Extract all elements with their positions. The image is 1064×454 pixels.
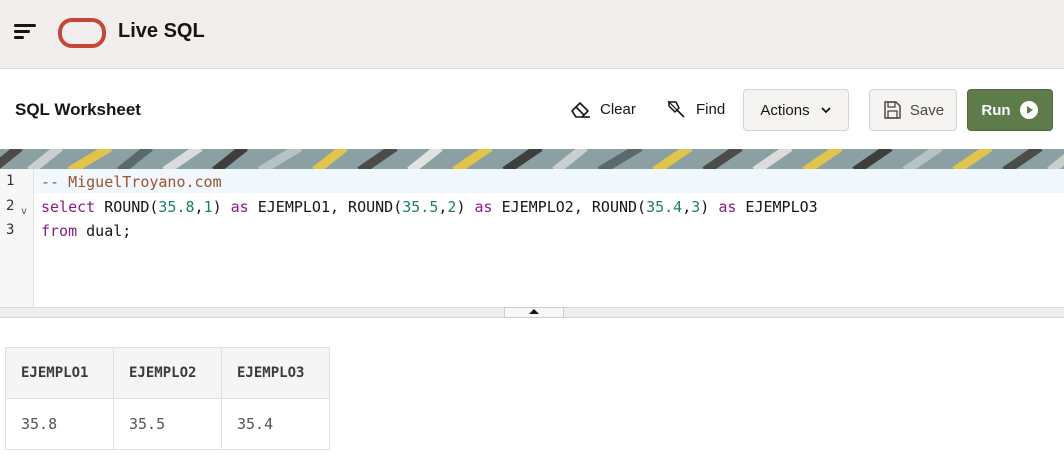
- table-header-row: EJEMPLO1 EJEMPLO2 EJEMPLO3: [5, 347, 330, 399]
- code-token-kw: as: [474, 198, 493, 216]
- run-button[interactable]: Run: [967, 89, 1053, 131]
- pane-splitter[interactable]: [0, 307, 1064, 318]
- actions-menu-button[interactable]: Actions: [743, 89, 849, 131]
- worksheet-toolbar: SQL Worksheet Clear Find Actions Save Ru…: [0, 69, 1064, 149]
- clear-button[interactable]: Clear: [570, 89, 636, 129]
- code-token: dual;: [77, 222, 132, 240]
- code-token: ): [700, 198, 719, 216]
- table-cell[interactable]: 35.8: [5, 398, 114, 450]
- code-token-kw: as: [230, 198, 249, 216]
- app-title: Live SQL: [118, 20, 205, 42]
- code-line[interactable]: select ROUND(35.8,1) as EJEMPLO1, ROUND(…: [41, 198, 818, 216]
- collapse-handle[interactable]: [504, 307, 564, 318]
- code-token-num: 3: [691, 198, 701, 216]
- actions-label: Actions: [760, 101, 810, 119]
- code-line[interactable]: -- MiguelTroyano.com: [41, 173, 222, 191]
- code-token: ): [212, 198, 231, 216]
- decorative-banner: [0, 149, 1064, 169]
- save-label: Save: [909, 101, 945, 119]
- play-circle-icon: [1019, 101, 1038, 119]
- code-token: ROUND(: [95, 198, 159, 216]
- code-token-num: 35.8: [158, 198, 195, 216]
- code-token: ): [456, 198, 475, 216]
- table-cell[interactable]: 35.4: [221, 398, 330, 450]
- app-header: Live SQL: [0, 0, 1064, 69]
- code-token-num: 35.4: [646, 198, 683, 216]
- run-label: Run: [981, 101, 1011, 119]
- save-button[interactable]: Save: [869, 89, 957, 131]
- line-number-gutter: 1 2 v 3: [0, 169, 34, 307]
- code-token: EJEMPLO1, ROUND(: [248, 198, 403, 216]
- code-token: ,: [194, 198, 204, 216]
- hamburger-icon[interactable]: [14, 22, 38, 42]
- fold-chevron-icon[interactable]: v: [21, 206, 27, 217]
- code-token: EJEMPLO2, ROUND(: [492, 198, 647, 216]
- find-button[interactable]: Find: [666, 89, 725, 129]
- code-line[interactable]: from dual;: [41, 222, 131, 240]
- code-token-num: 1: [203, 198, 213, 216]
- line-number: 3: [6, 222, 15, 238]
- results-table: EJEMPLO1 EJEMPLO2 EJEMPLO3 35.8 35.5 35.…: [5, 347, 330, 450]
- code-token-num: 35.5: [402, 198, 439, 216]
- line-number: 1: [6, 173, 15, 189]
- sql-editor[interactable]: 1 2 v 3 -- MiguelTroyano.com select ROUN…: [0, 169, 1064, 307]
- clear-label: Clear: [600, 100, 636, 118]
- code-token: EJEMPLO3: [736, 198, 818, 216]
- eraser-icon: [571, 102, 590, 118]
- code-token-kw: from: [41, 222, 78, 240]
- find-label: Find: [696, 100, 726, 118]
- code-token: ,: [682, 198, 692, 216]
- floppy-disk-icon: [884, 101, 901, 119]
- table-row: 35.8 35.5 35.4: [5, 398, 330, 450]
- column-header[interactable]: EJEMPLO2: [113, 347, 222, 399]
- table-cell[interactable]: 35.5: [113, 398, 222, 450]
- chevron-down-icon: [820, 107, 831, 114]
- code-token-kw: as: [718, 198, 737, 216]
- flashlight-icon: [667, 100, 685, 118]
- worksheet-title: SQL Worksheet: [15, 100, 141, 119]
- code-token-kw: select: [41, 198, 96, 216]
- column-header[interactable]: EJEMPLO3: [221, 347, 330, 399]
- code-token-comment: -- MiguelTroyano.com: [41, 173, 222, 191]
- column-header[interactable]: EJEMPLO1: [5, 347, 114, 399]
- line-number: 2: [6, 198, 15, 214]
- oracle-logo[interactable]: [58, 18, 106, 48]
